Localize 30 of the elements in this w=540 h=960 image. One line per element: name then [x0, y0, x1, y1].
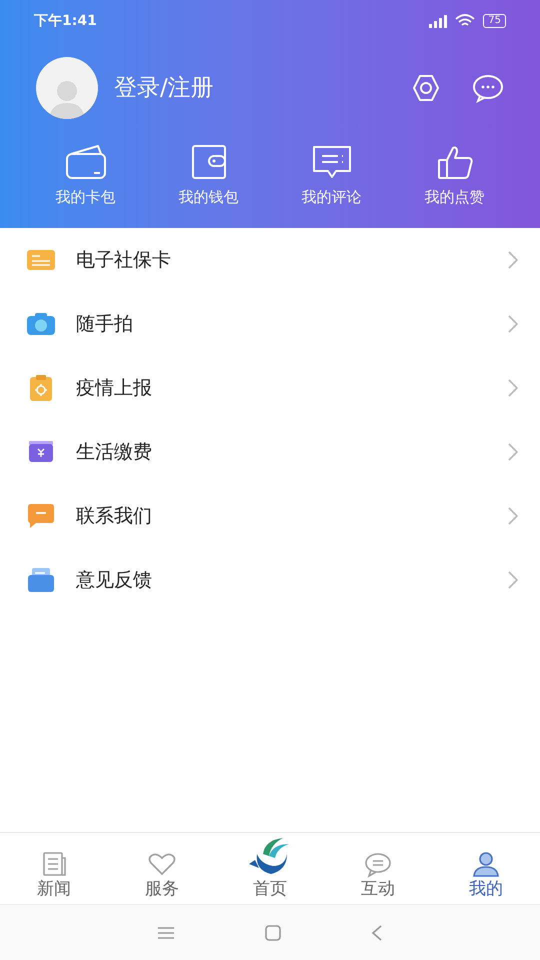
home-nav-button[interactable]: [265, 924, 281, 940]
quick-action-button[interactable]: 我的钱包: [147, 144, 270, 208]
login-register-link[interactable]: 登录/注册: [114, 70, 214, 106]
status-time: 下午1:41: [34, 12, 97, 30]
menu-nav-button[interactable]: [157, 926, 175, 940]
chevron-right-icon: [508, 315, 518, 333]
chat-bubble-icon: [26, 502, 56, 530]
mail-tray-icon: [26, 566, 56, 594]
chevron-right-icon: [508, 379, 518, 397]
tab-bar-item[interactable]: 我的: [432, 833, 540, 904]
tab-bar-item[interactable]: 首页: [216, 833, 324, 904]
camera-icon: [26, 310, 56, 338]
card-holder-icon: [64, 144, 108, 180]
quick-action-button[interactable]: 我的卡包: [24, 144, 147, 208]
chevron-right-icon: [508, 571, 518, 589]
user-icon: [471, 850, 501, 878]
tab-bar-item[interactable]: 服务: [108, 833, 216, 904]
messages-button[interactable]: [472, 73, 504, 103]
wifi-icon: [455, 14, 476, 28]
quick-action-button[interactable]: 我的评论: [270, 144, 393, 208]
chat-icon: [363, 850, 393, 878]
chevron-right-icon: [508, 251, 518, 269]
battery-indicator: 75: [483, 14, 506, 28]
chevron-right-icon: [508, 507, 518, 525]
quick-action-button[interactable]: 我的点赞: [393, 144, 516, 208]
chevron-right-icon: [508, 443, 518, 461]
tab-bar-item[interactable]: 新闻: [0, 833, 108, 904]
back-nav-button[interactable]: [371, 924, 383, 940]
tab-bar-item[interactable]: 互动: [324, 833, 432, 904]
settings-button[interactable]: [410, 73, 442, 103]
